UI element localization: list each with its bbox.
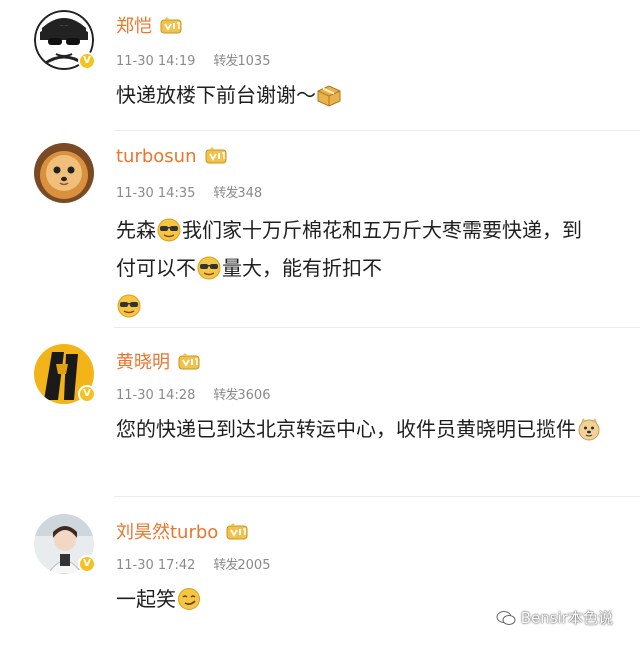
divider — [114, 130, 640, 131]
username[interactable]: 刘昊然turbo — [116, 518, 248, 544]
divider — [114, 496, 640, 497]
username[interactable]: turbosun — [116, 146, 227, 167]
comment-text: 您的快递已到达北京转运中心，收件员黄晓明已揽件 — [116, 410, 606, 448]
smirk-emoji-icon — [176, 587, 202, 611]
vip-badge-icon — [178, 353, 200, 371]
timestamp: 11-30 14:28 — [116, 388, 196, 403]
comment-text-content: 快递放楼下前台谢谢～ — [116, 83, 316, 107]
comment-meta: 11-30 17:42 转发2005 — [116, 554, 270, 573]
avatar-image — [34, 143, 94, 203]
avatar[interactable] — [34, 143, 94, 203]
comment-text: 先森 我们家十万斤棉花和五万斤大枣需要快递，到付可以不 量大，能有折扣不 — [116, 211, 596, 325]
comment-text-content: 先森 — [116, 218, 156, 242]
repost-count[interactable]: 3606 — [237, 388, 270, 403]
comment-text: 快递放楼下前台谢谢～ — [116, 76, 596, 114]
username-text[interactable]: 郑恺 — [116, 16, 152, 37]
repost-count[interactable]: 2005 — [237, 558, 270, 573]
doge-emoji-icon — [576, 417, 602, 441]
watermark-text: Bensir本色说 — [520, 609, 613, 627]
verified-badge-icon: V — [78, 385, 96, 403]
chat-bubble-icon — [496, 610, 516, 626]
vip-badge-icon — [160, 17, 182, 35]
username-text[interactable]: 刘昊然turbo — [116, 522, 218, 543]
repost-label[interactable]: 转发 — [213, 186, 238, 201]
comment-meta: 11-30 14:28 转发3606 — [116, 384, 270, 403]
watermark: Bensir本色说 — [496, 607, 613, 628]
username[interactable]: 黄晓明 — [116, 348, 200, 374]
comment-text-content: 一起笑 — [116, 587, 176, 611]
username-text[interactable]: turbosun — [116, 146, 197, 167]
repost-count[interactable]: 1035 — [237, 54, 270, 69]
sunglasses-emoji-icon — [196, 256, 222, 280]
repost-label[interactable]: 转发 — [213, 388, 238, 403]
sunglasses-emoji-icon — [156, 218, 182, 242]
comment-text-content: 您的快递已到达北京转运中心，收件员黄晓明已揽件 — [116, 417, 576, 441]
comment-meta: 11-30 14:19 转发1035 — [116, 50, 270, 69]
verified-badge-icon: V — [78, 555, 96, 573]
divider — [114, 327, 640, 328]
timestamp: 11-30 17:42 — [116, 558, 196, 573]
verified-badge-icon: V — [78, 52, 96, 70]
repost-count[interactable]: 348 — [237, 186, 262, 201]
username[interactable]: 郑恺 — [116, 12, 182, 38]
timestamp: 11-30 14:19 — [116, 54, 196, 69]
timestamp: 11-30 14:35 — [116, 186, 196, 201]
repost-label[interactable]: 转发 — [213, 54, 238, 69]
sunglasses-emoji-icon — [116, 294, 142, 318]
comment-text-content: 量大，能有折扣不 — [222, 256, 382, 280]
username-text[interactable]: 黄晓明 — [116, 352, 170, 373]
box-emoji-icon — [316, 83, 342, 107]
comment-meta: 11-30 14:35 转发348 — [116, 182, 262, 201]
vip-badge-icon — [205, 147, 227, 165]
repost-label[interactable]: 转发 — [213, 558, 238, 573]
vip-badge-icon — [226, 523, 248, 541]
